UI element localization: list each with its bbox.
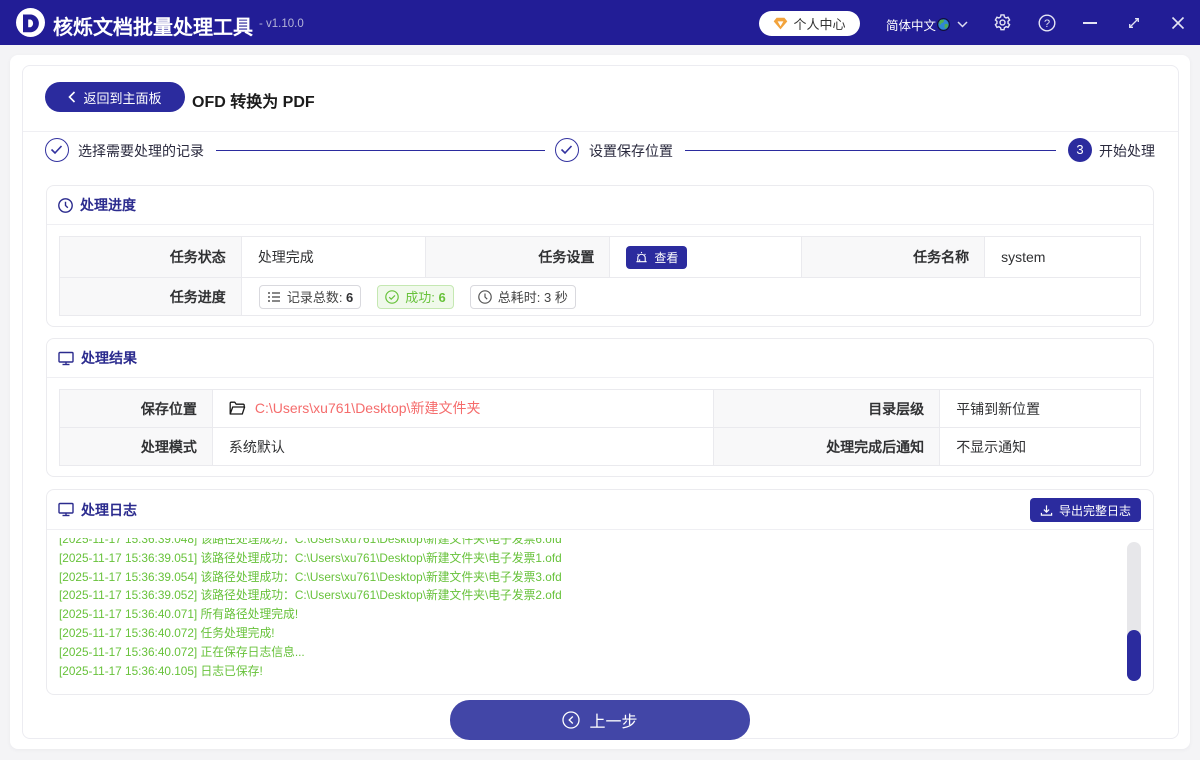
svg-text:?: ? (1044, 18, 1050, 30)
